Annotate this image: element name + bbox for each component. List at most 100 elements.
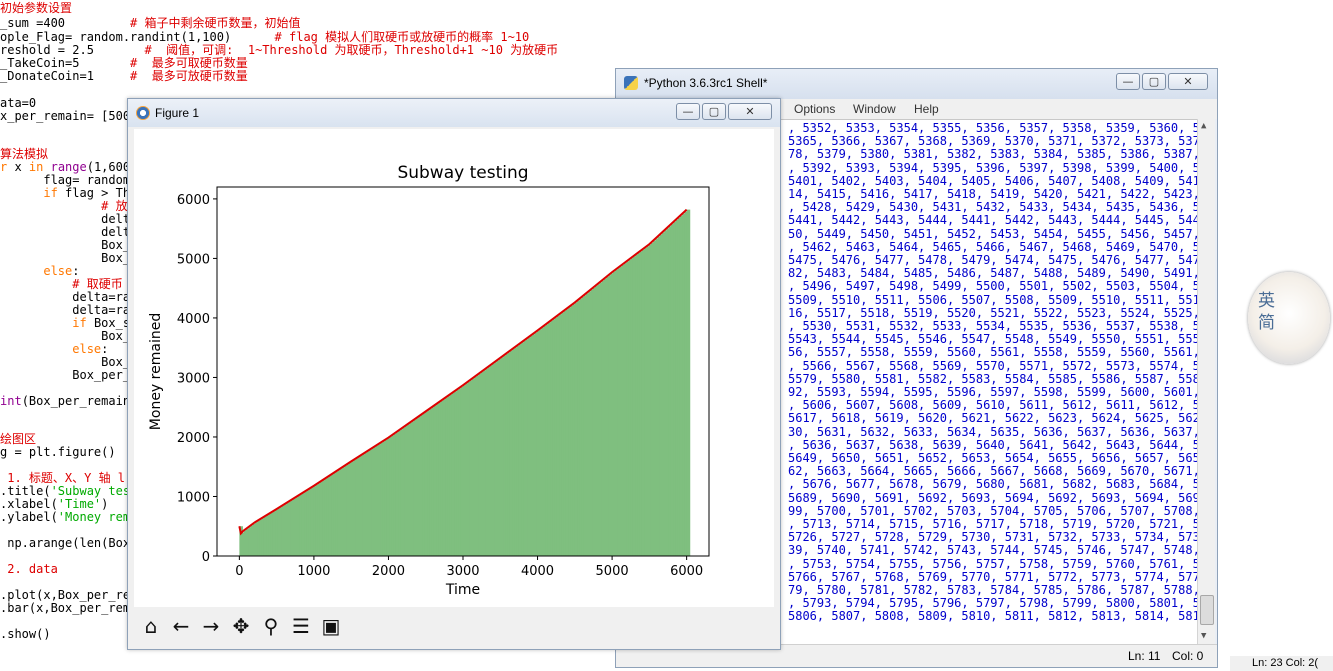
code-line: np.arange(len(Box_ <box>0 537 137 550</box>
code-token: # 最多可放硬币数量 <box>130 69 248 83</box>
y-tick-label: 4000 <box>177 312 210 327</box>
figure-maximize-button[interactable]: ▢ <box>702 103 726 120</box>
shell-scrollbar[interactable]: ▲ ▼ <box>1197 119 1215 645</box>
code-token: # 阈值，可调: 1~Threshold 为取硬币，Threshold+1 ~1… <box>144 43 559 57</box>
code-token: range <box>50 160 87 174</box>
code-token: else <box>72 342 102 356</box>
shell-output-line: 5441, 5442, 5443, 5444, 5441, 5442, 5443… <box>788 213 1198 228</box>
figure-minimize-button[interactable]: — <box>676 103 700 120</box>
y-tick-label: 6000 <box>177 193 210 208</box>
shell-output-line: 78, 5379, 5380, 5381, 5382, 5383, 5384, … <box>788 147 1198 162</box>
code-token: ) <box>101 497 109 511</box>
code-token: int <box>0 394 22 408</box>
code-line: _DonateCoin=1 # 最多可放硬币数量 <box>0 70 248 83</box>
menu-options[interactable]: Options <box>794 102 835 116</box>
code-token: # 最多可取硬币数量 <box>130 56 248 70</box>
x-tick-label: 0 <box>235 564 243 579</box>
code-token: 算法模拟 <box>0 147 49 161</box>
figure-toolbar: ⌂ ← → ✥ ⚲ ☰ ▣ <box>134 609 774 643</box>
code-token: Box_s <box>0 355 138 369</box>
shell-output-line: , 5392, 5393, 5394, 5395, 5396, 5397, 53… <box>788 160 1198 175</box>
code-line: .show() <box>0 628 51 641</box>
pan-icon[interactable]: ✥ <box>228 613 254 639</box>
menu-help[interactable]: Help <box>914 102 939 116</box>
home-icon[interactable]: ⌂ <box>138 613 164 639</box>
x-tick-label: 4000 <box>521 564 554 579</box>
y-tick-label: 5000 <box>177 252 210 267</box>
code-line: 2. data <box>0 563 58 576</box>
scroll-down-icon[interactable]: ▼ <box>1201 631 1206 641</box>
code-token: _sum =400 <box>0 16 131 30</box>
figure-canvas[interactable]: 0 1000 2000 3000 4000 5000 6000 0 1000 2000 3000 40… <box>134 129 774 607</box>
code-line: Box_per_r <box>0 369 137 382</box>
code-token: ata=0 <box>0 96 37 110</box>
figure-window[interactable]: Figure 1 — ▢ ✕ 0 1000 2000 3000 4000 5000 6000… <box>127 98 781 650</box>
shell-output-line: 50, 5449, 5450, 5451, 5452, 5453, 5454, … <box>788 226 1198 241</box>
code-token: .plot(x,Box_per_re <box>0 588 131 602</box>
close-button[interactable]: ✕ <box>1168 73 1208 90</box>
figure-app-icon <box>136 106 150 120</box>
code-token: .bar(x,Box_per_rem <box>0 601 131 615</box>
floating-avatar-widget[interactable]: 英简 <box>1248 272 1330 364</box>
code-token: x_per_remain= [500] <box>0 109 138 123</box>
code-line: .ylabel('Money rem <box>0 511 130 524</box>
figure-title-bar[interactable]: Figure 1 — ▢ ✕ <box>128 99 780 127</box>
chart-bar <box>686 209 691 556</box>
y-tick-label: 2000 <box>177 431 210 446</box>
code-token: # 箱子中剩余硬币数量，初始值 <box>130 16 301 30</box>
code-token: Box_per_r <box>0 368 138 382</box>
y-axis-label: Money remained <box>148 313 164 430</box>
code-token: np.arange(len(Box_ <box>0 536 138 550</box>
configure-subplots-icon[interactable]: ☰ <box>288 613 314 639</box>
code-line: _sum =400 # 箱子中剩余硬币数量，初始值 <box>0 17 301 30</box>
code-token: 'Money rem <box>57 510 131 524</box>
code-token: in <box>28 160 51 174</box>
minimize-button[interactable]: — <box>1116 73 1140 90</box>
shell-output-line: 30, 5631, 5632, 5633, 5634, 5635, 5636, … <box>788 424 1198 439</box>
zoom-icon[interactable]: ⚲ <box>258 613 284 639</box>
code-token: : <box>72 264 80 278</box>
figure-close-button[interactable]: ✕ <box>728 103 772 120</box>
code-token: 初始参数设置 <box>0 1 73 15</box>
editor-status-bar: Ln: 23 Col: 2( <box>1230 656 1333 671</box>
code-token: _DonateCoin=1 <box>0 69 131 83</box>
code-token: delta <box>0 225 138 239</box>
y-tick-label: 3000 <box>177 371 210 386</box>
code-token: delta <box>0 212 138 226</box>
code-token: if <box>72 316 94 330</box>
code-token: 2. data <box>0 562 58 576</box>
shell-title: *Python 3.6.3rc1 Shell* <box>644 76 768 90</box>
scroll-up-icon[interactable]: ▲ <box>1201 121 1206 131</box>
shell-output-line: 5617, 5618, 5619, 5620, 5621, 5622, 5623… <box>788 411 1198 426</box>
maximize-button[interactable]: ▢ <box>1142 73 1166 90</box>
scrollbar-thumb[interactable] <box>1200 595 1214 625</box>
code-token: x <box>14 160 29 174</box>
code-token: delta=ran <box>0 290 138 304</box>
code-token: # 取硬币 <box>0 277 123 291</box>
shell-output-line: 56, 5557, 5558, 5559, 5560, 5561, 5558, … <box>788 345 1198 360</box>
x-tick-label: 2000 <box>372 564 405 579</box>
code-token: 1. 标题、X、Y 轴 l <box>0 471 126 485</box>
shell-title-bar[interactable]: *Python 3.6.3rc1 Shell* — ▢ ✕ <box>616 69 1217 99</box>
chart-title: Subway testing <box>397 163 528 183</box>
shell-output-line: , 5566, 5567, 5568, 5569, 5570, 5571, 55… <box>788 358 1198 373</box>
code-token: : <box>101 342 109 356</box>
forward-arrow-icon[interactable]: → <box>198 613 224 639</box>
editor-status-text: Ln: 23 Col: 2( <box>1252 657 1319 669</box>
code-token: ople_Flag= random.randint(1,100) <box>0 30 275 44</box>
code-token: reshold = 2.5 <box>0 43 145 57</box>
python-icon <box>624 76 638 90</box>
shell-status-col: Col: 0 <box>1172 649 1204 663</box>
save-icon[interactable]: ▣ <box>318 613 344 639</box>
code-token: Box_p <box>0 251 138 265</box>
shell-output-line: 5509, 5510, 5511, 5506, 5507, 5508, 5509… <box>788 292 1198 307</box>
code-token: .show() <box>0 627 51 641</box>
code-token: .ylabel( <box>0 510 58 524</box>
code-token: .xlabel( <box>0 497 58 511</box>
back-arrow-icon[interactable]: ← <box>168 613 194 639</box>
menu-window[interactable]: Window <box>853 102 896 116</box>
